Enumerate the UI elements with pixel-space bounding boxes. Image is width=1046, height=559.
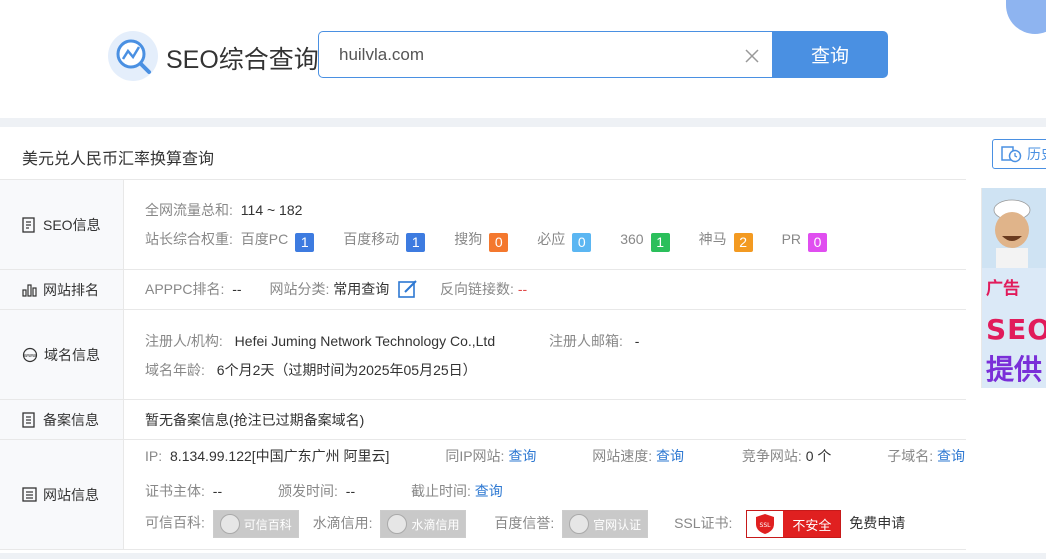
ad-line1: SEO (986, 313, 1046, 346)
ad-banner[interactable]: 广告 SEO 提供 (981, 188, 1046, 388)
weight-badge: 2 (733, 233, 753, 252)
kexin-icon (219, 514, 240, 534)
history-icon (1001, 146, 1022, 163)
weight-name: 神马 (698, 231, 727, 247)
result-panel: 美元兑人民币汇率换算查询 历史 SEO信息 全网流量总和: 114 ~ 18 (0, 127, 1046, 559)
shield-icon: SSL (747, 511, 784, 537)
weight-badge: 1 (295, 233, 315, 252)
weight-item[interactable]: 必应 0 (537, 229, 592, 252)
site-row: 网站信息 IP: 8.134.99.122[中国广东广州 阿里云] 同IP网站:… (0, 440, 966, 550)
rank-line: APPPC排名: -- 网站分类: 常用查询 反向链接数: -- (145, 279, 528, 299)
rank-row: 网站排名 APPPC排名: -- 网站分类: 常用查询 反向链接数: -- (0, 270, 966, 310)
expire-link[interactable]: 查询 (475, 483, 503, 499)
ip-line: IP: 8.134.99.122[中国广东广州 阿里云] 同IP网站: 查询 网… (145, 448, 966, 464)
weight-badge: 0 (489, 233, 509, 252)
brand-title: SEO综合查询 (166, 46, 319, 74)
beian-row: 备案信息 暂无备案信息(抢注已过期备案域名) (0, 400, 966, 440)
weight-item[interactable]: 百度移动 1 (343, 229, 426, 252)
top-bar: SEO综合查询 查询 (0, 0, 1046, 118)
weight-item[interactable]: 360 1 (620, 231, 670, 252)
weight-name: 百度PC (240, 231, 289, 247)
weight-item[interactable]: 神马 2 (699, 229, 753, 252)
weight-item[interactable]: 搜狗 0 (454, 229, 509, 252)
ad-tag: 广告 (986, 279, 1020, 299)
beian-label: 备案信息 (0, 400, 124, 439)
ssl-free-link[interactable]: 免费申请 (849, 515, 905, 531)
list-icon (22, 487, 37, 502)
globe-icon: www (22, 347, 38, 362)
edit-icon[interactable] (398, 279, 418, 299)
shuidi-badge[interactable]: 水滴信用 (380, 510, 467, 538)
weight-name: PR (781, 231, 802, 247)
weight-badge: 1 (406, 233, 426, 252)
domain-row: www 域名信息 注册人/机构: Hefei Juming Network Te… (0, 310, 966, 400)
weight-line: 站长综合权重: 百度PC 1 百度移动 1 搜狗 0 必应 0 360 1 神马 2 PR 0 (145, 229, 966, 252)
age-line: 域名年龄: 6个月2天（过期时间为2025年05月25日） (145, 362, 477, 378)
traffic-line: 全网流量总和: 114 ~ 182 (145, 202, 303, 218)
rank-label: 网站排名 (0, 270, 124, 309)
weight-list: 百度PC 1 百度移动 1 搜狗 0 必应 0 360 1 神马 2 PR 0 (237, 231, 856, 252)
history-label: 历史 (1027, 146, 1046, 162)
weight-name: 必应 (537, 231, 566, 247)
corner-decoration (1006, 0, 1046, 34)
info-table: SEO信息 全网流量总和: 114 ~ 182 站长综合权重: 百度PC 1 百度移… (0, 179, 966, 550)
clear-icon[interactable] (744, 48, 760, 64)
weight-item[interactable]: PR 0 (781, 231, 828, 252)
baidu-badge[interactable]: 官网认证 (562, 510, 649, 538)
search-box[interactable] (318, 31, 772, 78)
weight-badge: 1 (650, 233, 670, 252)
weight-name: 搜狗 (454, 231, 483, 247)
seo-row: SEO信息 全网流量总和: 114 ~ 182 站长综合权重: 百度PC 1 百度移… (0, 180, 966, 270)
ssl-badge[interactable]: SSL 不安全 (746, 510, 842, 538)
ad-line2: 提供 (986, 353, 1043, 386)
search-input[interactable] (339, 44, 719, 66)
svg-text:www: www (24, 353, 36, 359)
bottom-strip (0, 553, 1046, 559)
paw-icon (569, 514, 590, 534)
mascot-image (982, 188, 1046, 268)
credit-line: 可信百科: 可信百科 水滴信用: 水滴信用 百度信誉: 官网认证 SSL证书: … (145, 510, 966, 538)
same-ip-link[interactable]: 查询 (508, 448, 536, 464)
weight-name: 百度移动 (343, 231, 400, 247)
registrant-line: 注册人/机构: Hefei Juming Network Technology … (145, 333, 640, 349)
cert-line: 证书主体: -- 颁发时间: -- 截止时间: 查询 (145, 483, 503, 499)
history-button[interactable]: 历史 (992, 139, 1046, 169)
document-icon (22, 216, 35, 233)
beian-value: 暂无备案信息(抢注已过期备案域名) (145, 412, 365, 428)
water-drop-icon (387, 514, 408, 534)
bar-chart-icon (22, 284, 37, 297)
speed-link[interactable]: 查询 (656, 448, 684, 464)
search-button[interactable]: 查询 (772, 31, 888, 78)
domain-label: www 域名信息 (0, 310, 124, 399)
weight-name: 360 (620, 231, 644, 247)
site-label: 网站信息 (0, 440, 124, 549)
seo-label: SEO信息 (0, 180, 124, 269)
svg-text:SSL: SSL (760, 522, 772, 529)
record-icon (22, 411, 35, 428)
logo-icon (108, 31, 158, 81)
weight-item[interactable]: 百度PC 1 (240, 229, 315, 252)
subdomain-link[interactable]: 查询 (937, 448, 965, 464)
page-title: 美元兑人民币汇率换算查询 (22, 151, 215, 168)
kexin-badge[interactable]: 可信百科 (212, 510, 299, 538)
weight-badge: 0 (572, 233, 592, 252)
weight-badge: 0 (808, 233, 828, 252)
